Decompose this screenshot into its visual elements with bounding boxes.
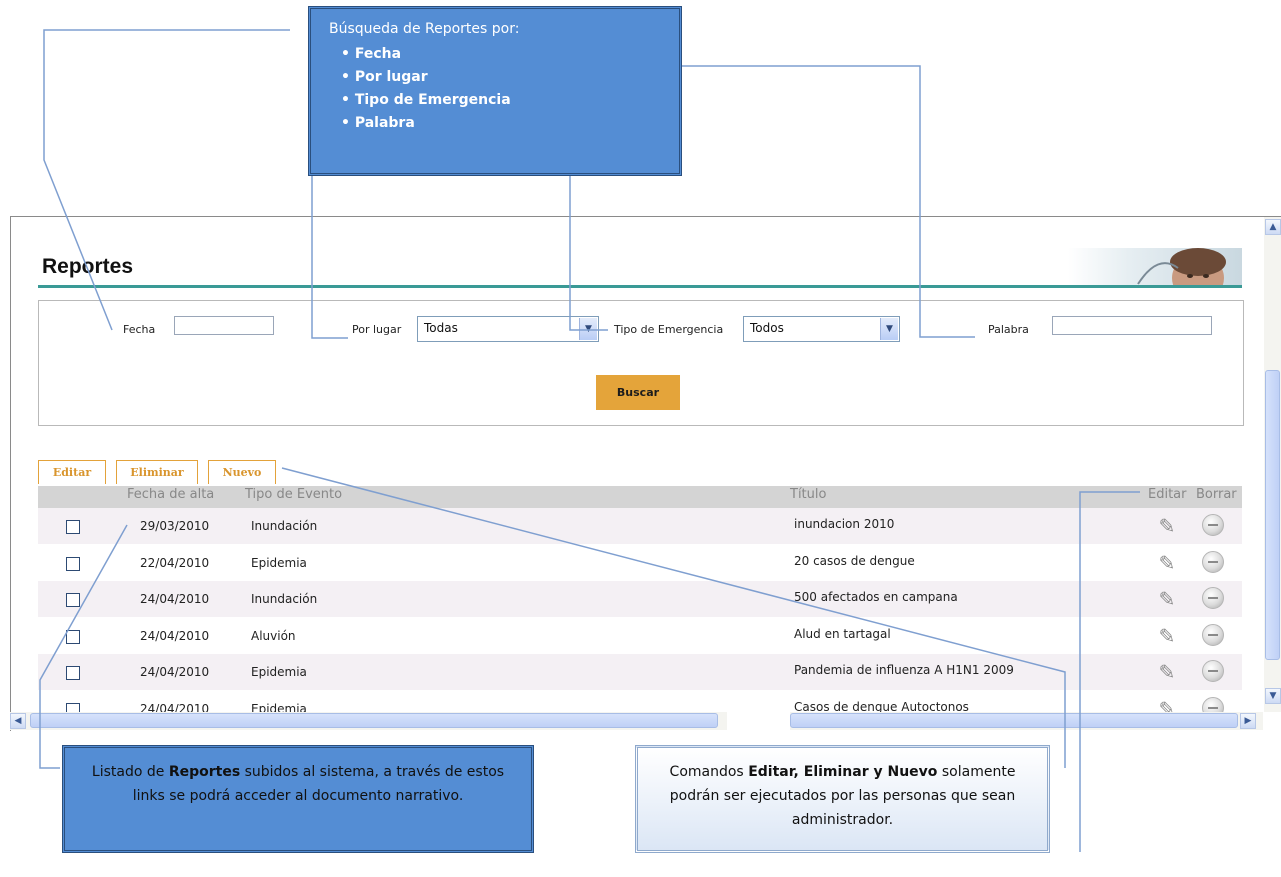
lugar-label: Por lugar (352, 323, 402, 336)
horizontal-scroll-thumb-left[interactable] (30, 713, 718, 728)
header-rule (38, 285, 1242, 288)
delete-circle-icon[interactable] (1202, 551, 1224, 573)
delete-circle-icon[interactable] (1202, 514, 1224, 536)
fecha-label: Fecha (123, 323, 156, 336)
row-titulo-link[interactable]: 20 casos de dengue (794, 554, 915, 568)
table-row (38, 618, 1242, 654)
col-borrar-header: Borrar (1196, 487, 1237, 502)
pencil-icon[interactable]: ✎ (1155, 660, 1179, 684)
tipo-select[interactable]: Todos ▼ (743, 316, 900, 342)
vertical-scroll-thumb[interactable] (1265, 370, 1280, 660)
new-button[interactable]: Nuevo (208, 460, 276, 484)
list-callout: Listado de Reportes subidos al sistema, … (62, 745, 534, 853)
row-fecha: 24/04/2010 (140, 629, 210, 643)
row-fecha: 29/03/2010 (140, 519, 210, 533)
search-callout-item: Fecha (341, 43, 661, 66)
palabra-label: Palabra (988, 323, 1029, 336)
chevron-down-icon[interactable]: ▼ (880, 318, 898, 340)
table-row (38, 508, 1242, 544)
lugar-select-value: Todas (424, 321, 458, 335)
pencil-icon[interactable]: ✎ (1155, 551, 1179, 575)
delete-button[interactable]: Eliminar (116, 460, 198, 484)
row-checkbox[interactable] (66, 666, 80, 680)
tipo-label: Tipo de Emergencia (614, 323, 724, 336)
row-titulo-link[interactable]: inundacion 2010 (794, 517, 894, 531)
horizontal-scroll-thumb-right[interactable] (790, 713, 1238, 728)
edit-button[interactable]: Editar (38, 460, 106, 484)
chevron-down-icon[interactable]: ▼ (579, 318, 597, 340)
row-titulo-link[interactable]: Pandemia de influenza A H1N1 2009 (794, 663, 1014, 677)
row-tipo: Epidemia (251, 665, 307, 679)
search-callout-heading: Búsqueda de Reportes por: (329, 21, 520, 37)
tipo-select-value: Todos (750, 321, 784, 335)
delete-circle-icon[interactable] (1202, 624, 1224, 646)
lugar-select[interactable]: Todas ▼ (417, 316, 599, 342)
search-button[interactable]: Buscar (596, 375, 680, 410)
row-checkbox[interactable] (66, 630, 80, 644)
row-tipo: Inundación (251, 592, 318, 606)
admin-callout-text: Comandos (669, 764, 749, 780)
row-tipo: Epidemia (251, 556, 307, 570)
row-titulo-link[interactable]: Alud en tartagal (794, 627, 891, 641)
scroll-down-icon[interactable]: ▼ (1265, 688, 1281, 704)
pencil-icon[interactable]: ✎ (1155, 514, 1179, 538)
row-fecha: 24/04/2010 (140, 592, 210, 606)
fecha-input[interactable] (174, 316, 274, 335)
page-title: Reportes (42, 255, 134, 278)
row-titulo-link[interactable]: 500 afectados en campana (794, 590, 958, 604)
table-row (38, 654, 1242, 690)
delete-circle-icon[interactable] (1202, 587, 1224, 609)
scroll-left-icon[interactable]: ◀ (10, 713, 26, 729)
list-callout-text: Listado de (91, 764, 169, 780)
header-photo (1068, 248, 1242, 285)
col-fecha-header[interactable]: Fecha de alta (127, 487, 214, 502)
table-row (38, 545, 1242, 581)
search-callout-item: Por lugar (341, 66, 661, 89)
row-fecha: 22/04/2010 (140, 556, 210, 570)
scroll-right-icon[interactable]: ▶ (1240, 713, 1256, 729)
search-callout-item: Palabra (341, 112, 661, 135)
scroll-up-icon[interactable]: ▲ (1265, 219, 1281, 235)
col-tipo-header[interactable]: Tipo de Evento (245, 487, 342, 502)
search-callout-item: Tipo de Emergencia (341, 89, 661, 112)
list-callout-bold: Reportes (168, 764, 241, 780)
col-editar-header: Editar (1148, 487, 1187, 502)
row-checkbox[interactable] (66, 557, 80, 571)
row-fecha: 24/04/2010 (140, 665, 210, 679)
delete-circle-icon[interactable] (1202, 660, 1224, 682)
pencil-icon[interactable]: ✎ (1155, 587, 1179, 611)
admin-callout: Comandos Editar, Eliminar y Nuevo solame… (635, 745, 1050, 853)
row-tipo: Aluvión (251, 629, 296, 643)
table-row (38, 581, 1242, 617)
admin-callout-bold: Editar, Eliminar y Nuevo (748, 764, 938, 780)
col-titulo-header[interactable]: Título (790, 487, 826, 502)
row-checkbox[interactable] (66, 593, 80, 607)
table-header (38, 486, 1242, 508)
row-tipo: Inundación (251, 519, 318, 533)
pencil-icon[interactable]: ✎ (1155, 624, 1179, 648)
row-checkbox[interactable] (66, 520, 80, 534)
palabra-input[interactable] (1052, 316, 1212, 335)
search-callout: Búsqueda de Reportes por: Fecha Por luga… (308, 6, 682, 176)
